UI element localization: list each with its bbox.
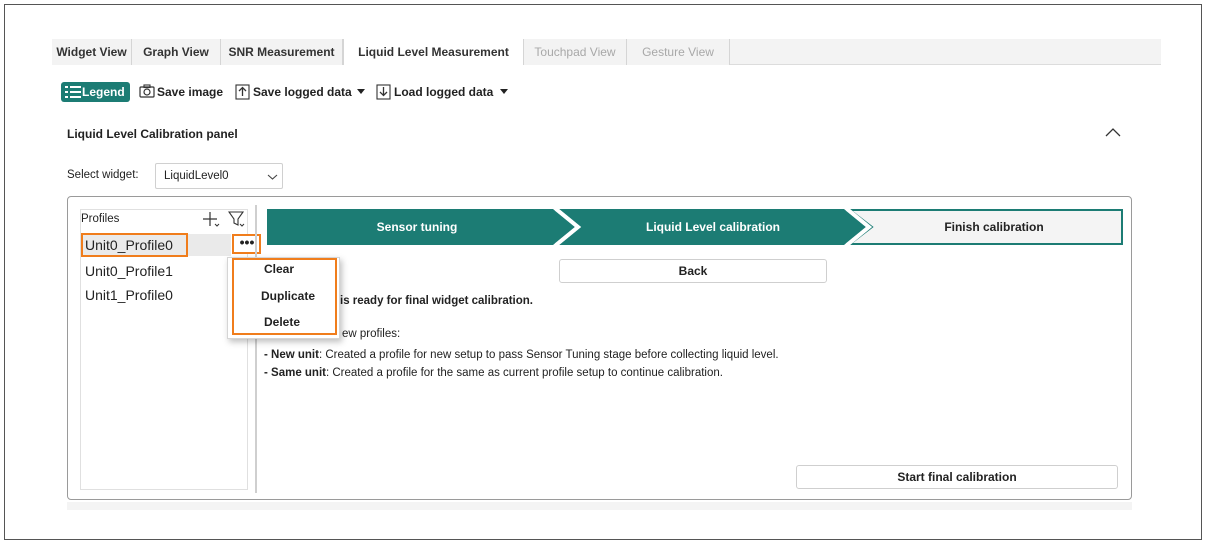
same-unit-term: - Same unit: [264, 367, 326, 379]
tab-snr-measurement[interactable]: SNR Measurement: [221, 39, 343, 65]
tab-bar: Widget View Graph View SNR Measurement L…: [52, 39, 1161, 65]
new-unit-term: - New unit: [264, 349, 319, 361]
tab-widget-view[interactable]: Widget View: [52, 39, 132, 65]
save-logged-data-label: Save logged data: [253, 85, 352, 99]
widget-select-value: LiquidLevel0: [164, 170, 229, 182]
save-logged-data-button[interactable]: Save logged data: [235, 82, 353, 102]
step-liquid-level-calibration: Liquid Level calibration: [645, 220, 781, 234]
legend-list-icon: [65, 86, 81, 98]
profiles-title: Profiles: [81, 213, 120, 225]
tab-graph-view[interactable]: Graph View: [132, 39, 221, 65]
context-menu-highlight: [232, 258, 337, 335]
selected-profile-highlight: [81, 233, 188, 257]
ready-message: is ready for final widget calibration.: [340, 295, 533, 307]
profile-context-menu: Clear Duplicate Delete: [227, 257, 340, 339]
pane-divider: [255, 205, 257, 493]
widget-select[interactable]: LiquidLevel0: [155, 163, 283, 189]
load-logged-dropdown-icon[interactable]: [498, 82, 510, 100]
camera-icon: [139, 84, 155, 98]
save-image-label: Save image: [157, 85, 224, 99]
toolbar: Legend Save image Save logged data Load …: [52, 79, 1161, 103]
app-window: Widget View Graph View SNR Measurement L…: [52, 39, 1161, 511]
new-unit-text: : Created a profile for new setup to pas…: [318, 349, 779, 361]
profiles-pane: Profiles Unit0_Profile0 ••• Unit0_Profil…: [80, 209, 261, 490]
upload-icon: [235, 84, 250, 100]
calibration-stepper: Sensor tuning Liquid Level calibration F…: [267, 209, 1123, 245]
save-image-button[interactable]: Save image: [139, 82, 225, 102]
calibration-content: Profiles Unit0_Profile0 ••• Unit0_Profil…: [67, 196, 1132, 500]
screenshot-frame: Widget View Graph View SNR Measurement L…: [4, 4, 1202, 540]
panel-bottom-strip: [67, 502, 1132, 510]
load-logged-data-button[interactable]: Load logged data: [376, 82, 494, 102]
chevron-down-icon: [267, 174, 278, 180]
step-sensor-tuning: Sensor tuning: [376, 220, 458, 234]
save-logged-dropdown-icon[interactable]: [355, 82, 367, 100]
new-unit-description: - New unit: Created a profile for new se…: [264, 349, 779, 361]
profile-item-unit0-profile1[interactable]: Unit0_Profile1: [85, 260, 173, 282]
step-finish-calibration: Finish calibration: [944, 220, 1044, 234]
download-icon: [376, 84, 391, 100]
profile-item-unit1-profile0[interactable]: Unit1_Profile0: [85, 284, 173, 306]
load-logged-data-label: Load logged data: [394, 85, 494, 99]
chevron-up-icon[interactable]: [1103, 125, 1123, 139]
tab-touchpad-view[interactable]: Touchpad View: [524, 39, 627, 65]
select-widget-label: Select widget:: [67, 169, 139, 181]
back-button[interactable]: Back: [559, 259, 827, 283]
profiles-intro: ew profiles:: [342, 328, 401, 340]
add-profile-icon[interactable]: [202, 210, 220, 228]
same-unit-description: - Same unit: Created a profile for the s…: [264, 367, 723, 379]
panel-title: Liquid Level Calibration panel: [67, 127, 238, 141]
legend-label: Legend: [82, 85, 125, 99]
same-unit-text: : Created a profile for the same as curr…: [325, 367, 723, 379]
start-final-calibration-button[interactable]: Start final calibration: [796, 465, 1118, 489]
filter-icon[interactable]: [228, 210, 246, 228]
legend-button[interactable]: Legend: [61, 82, 130, 102]
tab-gesture-view[interactable]: Gesture View: [627, 39, 730, 65]
tab-liquid-level-measurement[interactable]: Liquid Level Measurement: [343, 39, 524, 65]
